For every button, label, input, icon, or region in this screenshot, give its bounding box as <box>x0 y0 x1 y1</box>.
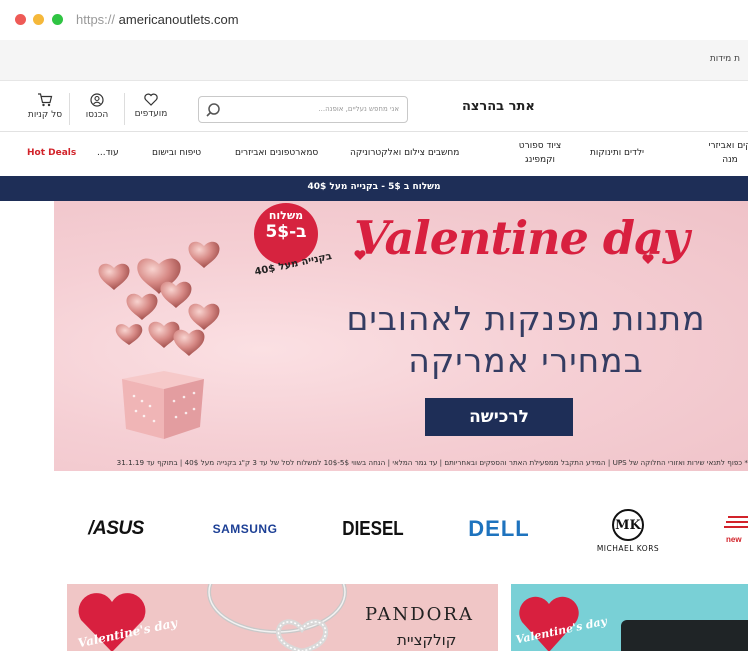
hero-headline: מתנות מפנקות לאהובים <box>346 299 706 338</box>
mk-brand-name: MICHAEL KORS <box>596 544 660 553</box>
pandora-collection-text: קולקציית <box>397 631 457 649</box>
top-bar-link[interactable]: ת מידות <box>710 54 740 64</box>
small-heart-icon <box>354 250 366 260</box>
nav-item-label: סמארטפונים ואביזרים <box>235 148 319 158</box>
nav-item-label: וקמפינג <box>525 155 555 165</box>
nav-item-computers[interactable]: מחשבים צילום ואלקטרוניקה <box>350 146 459 160</box>
shipping-promo-bar: משלוח ב 5$ - בקנייה מעל 40$ <box>0 176 748 201</box>
badge-line2: ב-5$ <box>265 222 307 242</box>
nav-item-label: עוד... <box>97 148 119 158</box>
nav-item-smartphones[interactable]: סמארטפונים ואביזרים <box>235 146 318 160</box>
site-header: אתר בהרצה אני מחפש נעליים, אופנה... מועד… <box>0 81 748 132</box>
brand-strip: /ASUS SAMSUNG DIESEL DELL MK MICHAEL KOR… <box>0 471 748 584</box>
search-icon[interactable] <box>205 102 221 118</box>
mk-logo-icon: MK <box>612 509 644 541</box>
brand-asus[interactable]: /ASUS <box>82 499 150 559</box>
minimize-window-button[interactable] <box>33 14 44 25</box>
url-protocol: https:// <box>76 12 116 27</box>
brand-diesel[interactable]: DIESEL <box>342 499 403 559</box>
header-divider <box>124 93 125 125</box>
search-input[interactable]: אני מחפש נעליים, אופנה... <box>198 96 408 123</box>
promo-card-pandora[interactable]: Valentine's day PANDORA קולקציית <box>67 584 498 651</box>
brand-dell[interactable]: DELL <box>462 499 536 559</box>
brand-new-balance[interactable]: new <box>720 511 748 551</box>
favorites-label: מועדפים <box>134 109 168 119</box>
nav-item-label: ילדים ותינוקות <box>590 148 645 158</box>
bracelet-image <box>207 584 347 651</box>
nav-item-label: מנה <box>722 155 738 165</box>
hero-fine-print: * כפוף לתנאי שירות ואזורי החלוקה של UPS … <box>116 458 748 467</box>
hero-subheadline: במחירי אמריקה <box>408 341 644 380</box>
browser-window: https:// americanoutlets.com ת מידות אתר… <box>0 0 748 651</box>
badge-line1: משלוח <box>268 209 304 222</box>
nav-item-label: קים ואביזרי <box>708 141 748 151</box>
shipping-promo-text: משלוח ב 5$ - בקנייה מעל 40$ <box>307 182 441 192</box>
pandora-logo: PANDORA <box>365 604 474 625</box>
url-host: americanoutlets.com <box>118 12 239 27</box>
nav-item-label: ציוד ספורט <box>518 141 562 151</box>
close-window-button[interactable] <box>15 14 26 25</box>
promo-card-right[interactable]: Valentine's day <box>511 584 748 651</box>
nav-item-sport[interactable]: ציוד ספורט וקמפינג <box>512 139 568 167</box>
brand-michael-kors[interactable]: MK MICHAEL KORS <box>590 501 666 561</box>
maximize-window-button[interactable] <box>52 14 63 25</box>
search-placeholder: אני מחפש נעליים, אופנה... <box>318 105 399 113</box>
top-info-bar: ת מידות <box>0 40 748 81</box>
cart-icon <box>38 93 53 107</box>
favorites-button[interactable]: מועדפים <box>126 93 176 119</box>
buy-now-button[interactable]: לרכישה <box>425 398 573 436</box>
main-nav: קים ואביזרי מנה ילדים ותינוקות ציוד ספור… <box>0 132 748 176</box>
new-balance-text: new <box>726 535 742 544</box>
heart-icon <box>144 93 158 106</box>
valentine-title: Valentine day <box>354 211 690 265</box>
user-icon <box>90 93 104 107</box>
product-device-image <box>621 620 748 651</box>
nav-item-grooming[interactable]: טיפוח ובישום <box>152 146 201 160</box>
cart-button[interactable]: סל קניות <box>20 93 70 120</box>
nav-item-hot-deals[interactable]: Hot Deals <box>27 146 76 160</box>
cart-label: סל קניות <box>27 110 63 120</box>
new-balance-logo-icon <box>724 516 748 528</box>
nav-item-accessories[interactable]: קים ואביזרי מנה <box>700 139 748 167</box>
login-label: הכנסו <box>85 110 109 120</box>
nav-item-label: טיפוח ובישום <box>152 148 202 158</box>
address-bar[interactable]: https:// americanoutlets.com <box>76 12 239 27</box>
login-button[interactable]: הכנסו <box>72 93 122 120</box>
nav-item-kids[interactable]: ילדים ותינוקות <box>590 146 644 160</box>
nav-item-more[interactable]: עוד... <box>97 146 119 160</box>
browser-chrome: https:// americanoutlets.com <box>0 0 748 40</box>
brand-samsung[interactable]: SAMSUNG <box>210 499 280 559</box>
small-heart-icon <box>642 254 654 264</box>
site-title[interactable]: אתר בהרצה <box>462 99 535 114</box>
nav-item-label: מחשבים צילום ואלקטרוניקה <box>350 148 460 158</box>
hero-banner[interactable]: משלוח ב-5$ בקנייה מעל 40$ Valentine day … <box>54 201 748 471</box>
